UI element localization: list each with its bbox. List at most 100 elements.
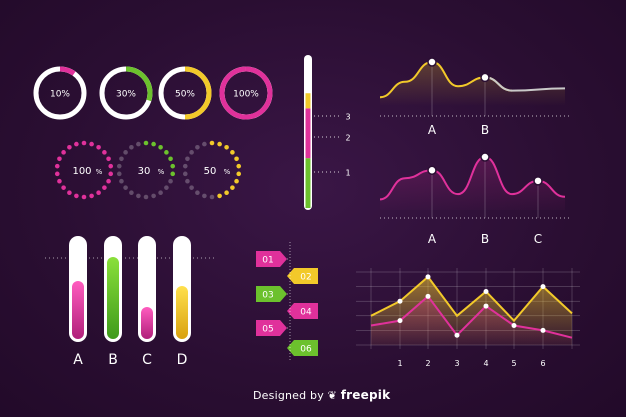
- infographic-svg: 10% 30% 50% 100% 100% 30% 50 % 3 2 1 A B C D 01 02 03 04 05…: [33, 55, 580, 368]
- thermo-label: A: [73, 352, 83, 368]
- ring-dot: [230, 150, 235, 155]
- grid-x-tick-label: 2: [425, 359, 430, 368]
- ring-dot: [236, 163, 242, 169]
- grid-point-pink: [397, 318, 403, 324]
- ring-dot: [143, 140, 149, 146]
- ring-dot: [106, 156, 111, 162]
- ring-dot: [123, 150, 128, 155]
- ring-dot: [168, 178, 173, 184]
- ring-dot: [57, 156, 62, 162]
- ring-dot: [116, 171, 122, 177]
- grid-point-yellow: [397, 298, 403, 304]
- freepik-logo-icon: ❦: [327, 389, 338, 402]
- ring-dot: [230, 185, 235, 190]
- grid-x-tick-label: 5: [511, 359, 516, 368]
- ring-dot: [189, 185, 194, 190]
- ring-dot: [81, 140, 87, 146]
- thermo-label: B: [108, 352, 118, 368]
- ring-dot: [182, 171, 188, 177]
- ring-dot: [108, 171, 114, 177]
- step-label: 05: [262, 325, 273, 335]
- ring-dot: [151, 141, 156, 147]
- grid-point-pink: [425, 293, 431, 299]
- step-label: 02: [300, 273, 311, 283]
- gauge-segment: [305, 93, 311, 109]
- ring-dot: [168, 156, 173, 162]
- grid-x-tick-label: 6: [540, 359, 545, 368]
- ring-dot: [54, 163, 60, 169]
- ring-dot: [185, 178, 190, 184]
- gauge-level-label: 2: [345, 134, 350, 143]
- ring-dot: [54, 171, 60, 177]
- wave1-marker: [427, 57, 437, 67]
- ring-dot: [195, 144, 200, 150]
- ring-unit: %: [158, 168, 165, 176]
- ring-label: 30: [138, 166, 151, 177]
- wave2-marker: [533, 176, 543, 186]
- credit-line: Designed by ❦ freepik: [253, 388, 390, 402]
- grid-point-pink: [454, 332, 460, 338]
- wave2-marker: [427, 165, 437, 175]
- ring-dot: [217, 141, 222, 147]
- ring-dot: [96, 144, 101, 150]
- ring-dot: [185, 156, 190, 162]
- ring-dot: [164, 150, 169, 155]
- step-label: 06: [300, 345, 312, 355]
- infographic-canvas: 10% 30% 50% 100% 100% 30% 50% 3 2 1 A B C D 01 02 03 04 05…: [0, 0, 626, 417]
- grid-x-tick-label: 3: [454, 359, 459, 368]
- credit-prefix: Designed by: [253, 389, 324, 402]
- ring-dot: [195, 190, 200, 196]
- ring-dot: [61, 150, 66, 155]
- step-label: 03: [262, 291, 273, 301]
- donut-arc: [59, 66, 76, 76]
- gauge-level-label: 1: [345, 169, 350, 178]
- wave1-label: B: [481, 123, 489, 137]
- ring-dot: [170, 171, 176, 177]
- ring-label: 100: [72, 166, 91, 177]
- donut-label: 100%: [233, 90, 259, 100]
- grid-point-yellow: [483, 288, 489, 294]
- ring-dot: [102, 185, 107, 190]
- grid-point-pink: [483, 303, 489, 309]
- ring-dot: [236, 171, 242, 177]
- ring-dot: [189, 150, 194, 155]
- ring-dot: [123, 185, 128, 190]
- ring-dot: [234, 178, 239, 184]
- gauge-segment: [305, 108, 311, 159]
- ring-dot: [129, 144, 134, 150]
- ring-dot: [151, 193, 156, 199]
- ring-dot: [119, 178, 124, 184]
- ring-dot: [67, 190, 72, 196]
- wave1-area: [380, 62, 565, 106]
- ring-dot: [170, 163, 176, 169]
- ring-dot: [89, 193, 94, 199]
- donut-label: 30%: [116, 90, 136, 100]
- thermo-label: C: [142, 352, 152, 368]
- thermo-fill: [72, 281, 84, 339]
- wave2-marker: [480, 152, 490, 162]
- ring-dot: [61, 185, 66, 190]
- wave1-label: A: [428, 123, 437, 137]
- ring-dot: [67, 144, 72, 150]
- thermo-label: D: [177, 352, 188, 368]
- ring-dot: [224, 144, 229, 150]
- ring-dot: [164, 185, 169, 190]
- grid-point-yellow: [425, 274, 431, 280]
- ring-dot: [202, 141, 207, 147]
- wave2-label: C: [534, 232, 542, 246]
- grid-point-yellow: [540, 284, 546, 290]
- gauge-segment: [305, 158, 311, 208]
- thermo-fill: [107, 257, 119, 339]
- ring-dot: [81, 194, 87, 200]
- ring-dot: [158, 190, 163, 196]
- ring-dot: [234, 156, 239, 162]
- step-label: 01: [262, 256, 273, 266]
- credit-brand: freepik: [340, 388, 391, 402]
- ring-dot: [209, 140, 215, 146]
- ring-dot: [108, 163, 114, 169]
- ring-dot: [102, 150, 107, 155]
- grid-x-tick-label: 1: [397, 359, 402, 368]
- ring-dot: [143, 194, 149, 200]
- ring-dot: [106, 178, 111, 184]
- thermo-fill: [141, 307, 153, 339]
